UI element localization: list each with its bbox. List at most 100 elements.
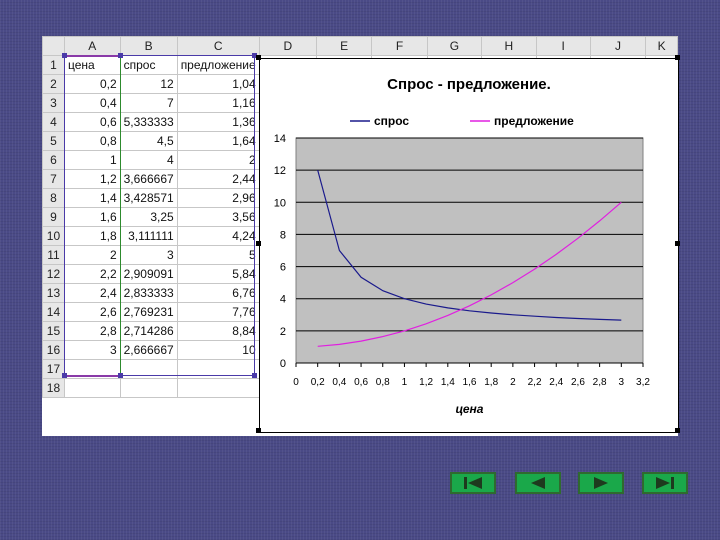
cell[interactable]: 1,2 bbox=[63, 169, 121, 189]
cell[interactable]: 0,6 bbox=[63, 112, 121, 132]
cell[interactable]: 10 bbox=[176, 340, 260, 360]
y-tick-label: 6 bbox=[280, 262, 286, 274]
cell[interactable]: 5 bbox=[176, 245, 260, 265]
cell[interactable]: 3,25 bbox=[119, 207, 178, 227]
cell[interactable]: 2,96 bbox=[176, 188, 260, 208]
previous-slide-button[interactable] bbox=[515, 472, 561, 494]
next-slide-button[interactable] bbox=[578, 472, 624, 494]
cell[interactable]: 3,111111 bbox=[119, 226, 178, 246]
cell[interactable]: 0,2 bbox=[63, 74, 121, 94]
row-header[interactable]: 16 bbox=[42, 340, 65, 360]
chart-resize-handle[interactable] bbox=[256, 241, 261, 246]
selection-handle[interactable] bbox=[252, 373, 257, 378]
embedded-chart[interactable]: 0 2 4 6 8 10 12 14 0 0,2 0,4 0,6 0,8 1 1,2 1,4 1,6 1,8 2 2,… bbox=[259, 58, 679, 433]
row-header[interactable]: 6 bbox=[42, 150, 65, 170]
cell[interactable]: 6,76 bbox=[176, 283, 260, 303]
row-header[interactable]: 4 bbox=[42, 112, 65, 132]
cell[interactable]: 5,333333 bbox=[119, 112, 178, 132]
y-tick-label: 12 bbox=[274, 165, 286, 177]
cell[interactable]: 2,4 bbox=[63, 283, 121, 303]
cell[interactable]: 2 bbox=[176, 150, 260, 170]
last-slide-button[interactable] bbox=[642, 472, 688, 494]
cell[interactable]: 7 bbox=[119, 93, 178, 113]
column-header[interactable]: I bbox=[535, 36, 591, 56]
cell[interactable]: 2,666667 bbox=[119, 340, 178, 360]
column-header[interactable]: D bbox=[258, 36, 318, 56]
column-header[interactable]: A bbox=[63, 36, 121, 56]
chart-resize-handle[interactable] bbox=[675, 55, 680, 60]
cell[interactable]: 1,36 bbox=[176, 112, 260, 132]
row-header[interactable]: 1 bbox=[42, 55, 65, 75]
column-header[interactable]: K bbox=[645, 36, 678, 56]
cell[interactable]: 4,5 bbox=[119, 131, 178, 151]
row-header[interactable]: 14 bbox=[42, 302, 65, 322]
cell[interactable]: 3,428571 bbox=[119, 188, 178, 208]
selection-handle[interactable] bbox=[118, 53, 123, 58]
cell[interactable]: цена bbox=[63, 55, 121, 75]
row-header[interactable]: 12 bbox=[42, 264, 65, 284]
cell[interactable]: 3,666667 bbox=[119, 169, 178, 189]
cell[interactable]: 1,6 bbox=[63, 207, 121, 227]
chart-resize-handle[interactable] bbox=[256, 428, 261, 433]
selection-handle[interactable] bbox=[62, 373, 67, 378]
cell[interactable]: 4,24 bbox=[176, 226, 260, 246]
row-header[interactable]: 18 bbox=[42, 378, 65, 398]
column-header[interactable]: B bbox=[119, 36, 178, 56]
cell[interactable]: 1,4 bbox=[63, 188, 121, 208]
cell[interactable]: 3 bbox=[119, 245, 178, 265]
cell[interactable] bbox=[176, 378, 260, 398]
cell[interactable] bbox=[176, 359, 260, 379]
x-tick-label: 1 bbox=[402, 377, 408, 388]
cell[interactable]: 0,4 bbox=[63, 93, 121, 113]
first-slide-button[interactable] bbox=[450, 472, 496, 494]
row-header[interactable]: 11 bbox=[42, 245, 65, 265]
cell[interactable]: 2,909091 bbox=[119, 264, 178, 284]
cell[interactable]: 1,16 bbox=[176, 93, 260, 113]
cell[interactable]: 1,8 bbox=[63, 226, 121, 246]
cell[interactable]: 2,833333 bbox=[119, 283, 178, 303]
cell[interactable]: 5,84 bbox=[176, 264, 260, 284]
chart-resize-handle[interactable] bbox=[675, 428, 680, 433]
cell[interactable]: 2,6 bbox=[63, 302, 121, 322]
column-header[interactable]: G bbox=[426, 36, 483, 56]
row-header[interactable]: 15 bbox=[42, 321, 65, 341]
column-header[interactable]: F bbox=[371, 36, 428, 56]
row-header[interactable]: 8 bbox=[42, 188, 65, 208]
cell[interactable]: 1,04 bbox=[176, 74, 260, 94]
selection-handle[interactable] bbox=[118, 373, 123, 378]
cell[interactable]: 2,769231 bbox=[119, 302, 178, 322]
cell[interactable]: 0,8 bbox=[63, 131, 121, 151]
cell[interactable]: 2,2 bbox=[63, 264, 121, 284]
cell[interactable]: 2 bbox=[63, 245, 121, 265]
column-header[interactable]: E bbox=[315, 36, 373, 56]
row-header[interactable]: 5 bbox=[42, 131, 65, 151]
cell[interactable]: 1,64 bbox=[176, 131, 260, 151]
cell[interactable]: 12 bbox=[119, 74, 178, 94]
column-header[interactable]: J bbox=[589, 36, 647, 56]
cell[interactable]: предложение bbox=[176, 55, 260, 75]
column-header[interactable]: C bbox=[176, 36, 260, 56]
cell[interactable]: 2,44 bbox=[176, 169, 260, 189]
cell[interactable] bbox=[63, 378, 121, 398]
cell[interactable]: 3,56 bbox=[176, 207, 260, 227]
cell[interactable]: 7,76 bbox=[176, 302, 260, 322]
row-header[interactable]: 9 bbox=[42, 207, 65, 227]
cell[interactable]: 2,8 bbox=[63, 321, 121, 341]
cell[interactable]: 2,714286 bbox=[119, 321, 178, 341]
row-header[interactable]: 13 bbox=[42, 283, 65, 303]
row-header[interactable]: 2 bbox=[42, 74, 65, 94]
cell[interactable] bbox=[119, 378, 178, 398]
cell[interactable]: 3 bbox=[63, 340, 121, 360]
chart-resize-handle[interactable] bbox=[256, 55, 261, 60]
cell[interactable] bbox=[119, 359, 178, 379]
row-header[interactable]: 10 bbox=[42, 226, 65, 246]
cell[interactable]: спрос bbox=[119, 55, 178, 75]
selection-handle[interactable] bbox=[62, 53, 67, 58]
cell[interactable]: 1 bbox=[63, 150, 121, 170]
cell[interactable]: 8,84 bbox=[176, 321, 260, 341]
row-header[interactable]: 7 bbox=[42, 169, 65, 189]
chart-resize-handle[interactable] bbox=[675, 241, 680, 246]
cell[interactable]: 4 bbox=[119, 150, 178, 170]
row-header[interactable]: 3 bbox=[42, 93, 65, 113]
column-header[interactable]: H bbox=[481, 36, 537, 56]
